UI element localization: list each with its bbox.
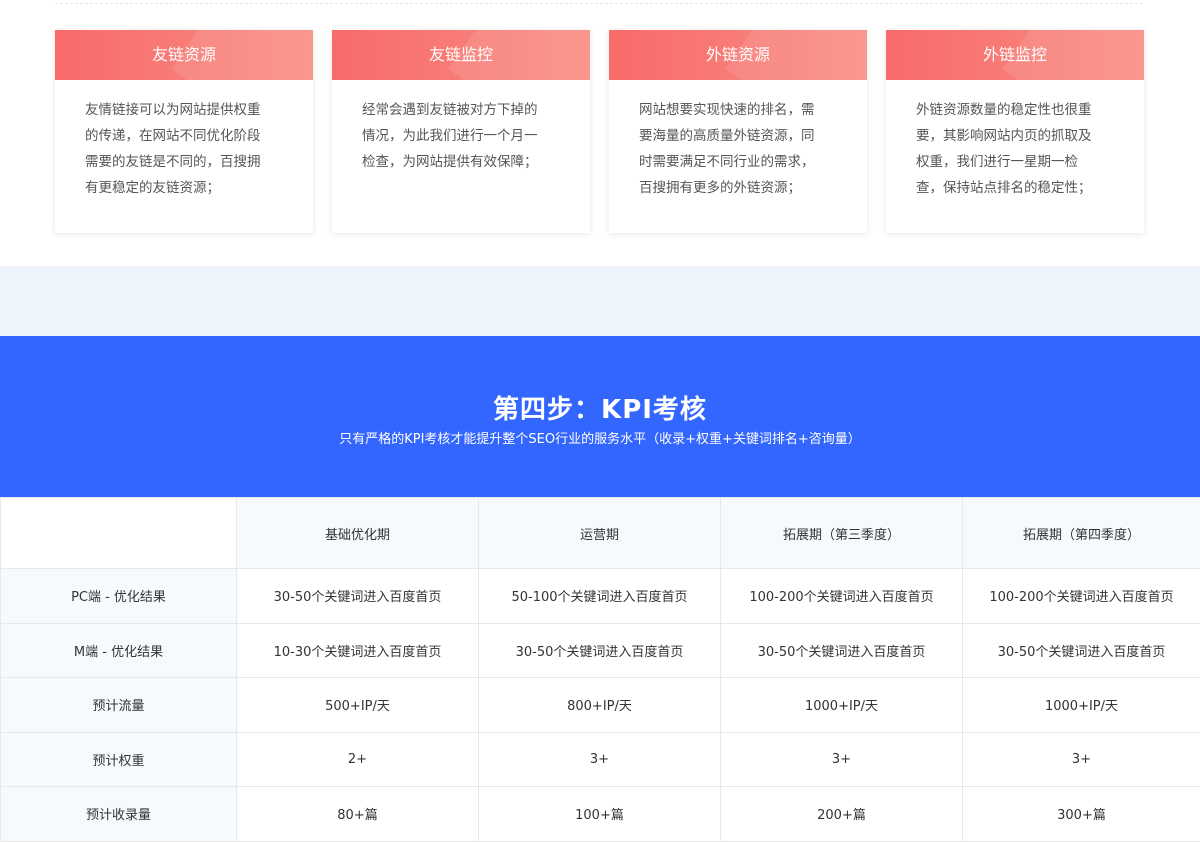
kpi-title: 第四步：KPI考核 [0,336,1200,427]
table-row: 预计流量 500+IP/天 800+IP/天 1000+IP/天 1000+IP… [1,678,1200,733]
table-cell: 80+篇 [237,787,479,842]
table-cell: 50-100个关键词进入百度首页 [479,569,721,624]
column-header: 基础优化期 [237,498,479,569]
table-cell: 30-50个关键词进入百度首页 [963,623,1200,678]
kpi-banner: 第四步：KPI考核 只有严格的KPI考核才能提升整个SEO行业的服务水平（收录+… [0,336,1200,497]
card-external-link-monitoring: 外链监控 外链资源数量的稳定性也很重 要，其影响网站内页的抓取及 权重，我们进行… [886,30,1144,233]
table-corner-cell [1,498,237,569]
card-friend-link-monitoring: 友链监控 经常会遇到友链被对方下掉的 情况，为此我们进行一个月一 检查，为网站提… [332,30,590,233]
card-body: 友情链接可以为网站提供权重 的传递，在网站不同优化阶段 需要的友链是不同的，百搜… [55,80,313,201]
kpi-table: 基础优化期 运营期 拓展期（第三季度） 拓展期（第四季度） PC端 - 优化结果… [0,497,1200,842]
table-cell: 30-50个关键词进入百度首页 [479,623,721,678]
card-title: 友链监控 [429,45,493,64]
row-label: 预计权重 [1,732,237,787]
card-line: 有更稳定的友链资源； [85,175,283,201]
card-line: 友情链接可以为网站提供权重 [85,97,283,123]
card-header: 外链资源 [609,30,867,80]
section-spacer [0,266,1200,336]
column-header: 拓展期（第四季度） [963,498,1200,569]
table-cell: 1000+IP/天 [963,678,1200,733]
table-cell: 100-200个关键词进入百度首页 [721,569,963,624]
card-body: 经常会遇到友链被对方下掉的 情况，为此我们进行一个月一 检查，为网站提供有效保障… [332,80,590,175]
card-line: 查，保持站点排名的稳定性； [916,175,1114,201]
table-row: PC端 - 优化结果 30-50个关键词进入百度首页 50-100个关键词进入百… [1,569,1200,624]
table-cell: 3+ [721,732,963,787]
table-header-row: 基础优化期 运营期 拓展期（第三季度） 拓展期（第四季度） [1,498,1200,569]
table-row: 预计权重 2+ 3+ 3+ 3+ [1,732,1200,787]
card-line: 情况，为此我们进行一个月一 [362,123,560,149]
link-resources-section: 友链资源 友情链接可以为网站提供权重 的传递，在网站不同优化阶段 需要的友链是不… [0,0,1200,266]
table-cell: 10-30个关键词进入百度首页 [237,623,479,678]
card-line: 时需要满足不同行业的需求， [639,149,837,175]
card-line: 检查，为网站提供有效保障； [362,149,560,175]
table-cell: 3+ [963,732,1200,787]
card-line: 权重，我们进行一星期一检 [916,149,1114,175]
card-title: 外链监控 [983,45,1047,64]
table-cell: 30-50个关键词进入百度首页 [721,623,963,678]
row-label: PC端 - 优化结果 [1,569,237,624]
table-row: 预计收录量 80+篇 100+篇 200+篇 300+篇 [1,787,1200,842]
row-label: M端 - 优化结果 [1,623,237,678]
divider [55,3,1143,4]
card-line: 外链资源数量的稳定性也很重 [916,97,1114,123]
table-cell: 100-200个关键词进入百度首页 [963,569,1200,624]
card-body: 网站想要实现快速的排名，需 要海量的高质量外链资源，同 时需要满足不同行业的需求… [609,80,867,201]
card-line: 要海量的高质量外链资源，同 [639,123,837,149]
card-title: 友链资源 [152,45,216,64]
column-header: 运营期 [479,498,721,569]
table-cell: 800+IP/天 [479,678,721,733]
card-body: 外链资源数量的稳定性也很重 要，其影响网站内页的抓取及 权重，我们进行一星期一检… [886,80,1144,201]
card-header: 友链监控 [332,30,590,80]
table-cell: 3+ [479,732,721,787]
card-line: 要，其影响网站内页的抓取及 [916,123,1114,149]
row-label: 预计流量 [1,678,237,733]
card-header: 外链监控 [886,30,1144,80]
table-cell: 200+篇 [721,787,963,842]
card-friend-link-resources: 友链资源 友情链接可以为网站提供权重 的传递，在网站不同优化阶段 需要的友链是不… [55,30,313,233]
card-external-link-resources: 外链资源 网站想要实现快速的排名，需 要海量的高质量外链资源，同 时需要满足不同… [609,30,867,233]
card-title: 外链资源 [706,45,770,64]
table-cell: 100+篇 [479,787,721,842]
column-header: 拓展期（第三季度） [721,498,963,569]
table-row: M端 - 优化结果 10-30个关键词进入百度首页 30-50个关键词进入百度首… [1,623,1200,678]
kpi-subtitle: 只有严格的KPI考核才能提升整个SEO行业的服务水平（收录+权重+关键词排名+咨… [0,431,1200,449]
table-cell: 300+篇 [963,787,1200,842]
table-cell: 1000+IP/天 [721,678,963,733]
row-label: 预计收录量 [1,787,237,842]
card-line: 的传递，在网站不同优化阶段 [85,123,283,149]
card-line: 经常会遇到友链被对方下掉的 [362,97,560,123]
card-header: 友链资源 [55,30,313,80]
table-cell: 500+IP/天 [237,678,479,733]
table-cell: 30-50个关键词进入百度首页 [237,569,479,624]
table-cell: 2+ [237,732,479,787]
card-line: 百搜拥有更多的外链资源； [639,175,837,201]
card-line: 需要的友链是不同的，百搜拥 [85,149,283,175]
card-line: 网站想要实现快速的排名，需 [639,97,837,123]
